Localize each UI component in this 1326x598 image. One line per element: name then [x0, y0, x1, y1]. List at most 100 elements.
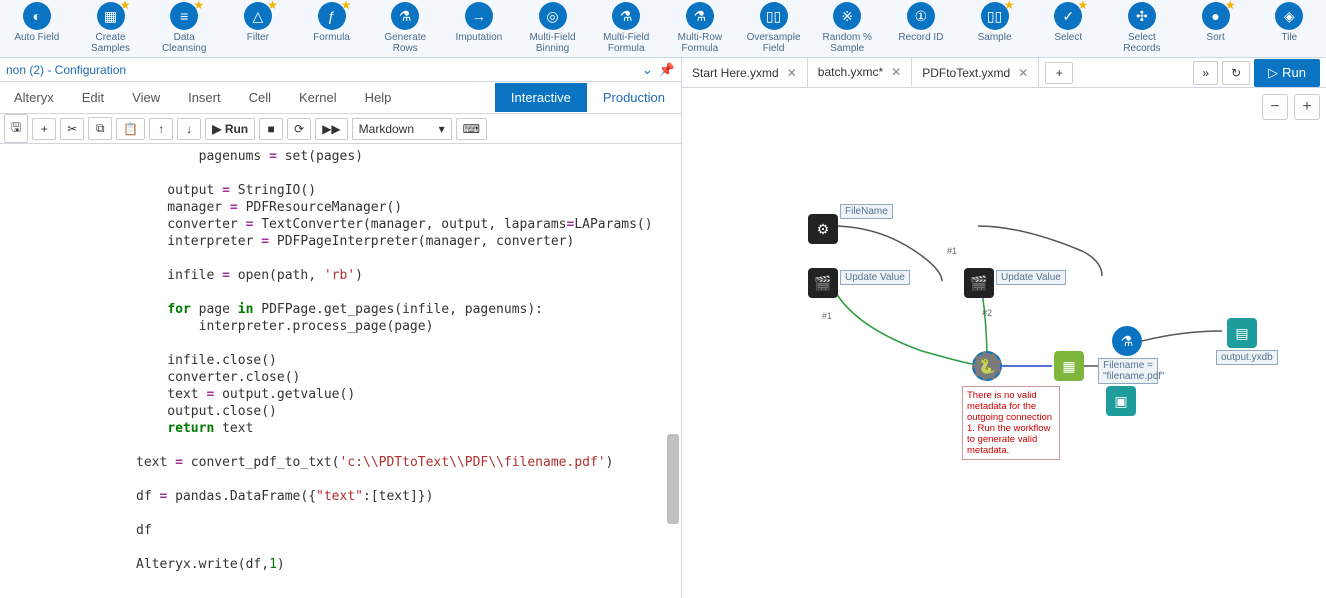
ribbon-tool-random-%-sample[interactable]: ※Random % Sample — [810, 0, 884, 57]
close-icon[interactable]: ✕ — [787, 66, 797, 80]
workflow-canvas[interactable]: ⚙ FileName 🎬 Update Value #1 🎬 Update Va… — [682, 126, 1326, 598]
ribbon-tool-auto-field[interactable]: ◐Auto Field — [0, 0, 74, 57]
tool-icon: ✣ — [1128, 2, 1156, 30]
error-message: There is no valid metadata for the outgo… — [962, 386, 1060, 460]
ribbon-tool-imputation[interactable]: → Imputation — [442, 0, 516, 57]
paste-button[interactable]: 📋 — [116, 118, 145, 140]
tool-icon: ◎ — [539, 2, 567, 30]
menu-view[interactable]: View — [118, 90, 174, 105]
ribbon-tool-data-cleansing[interactable]: ≡Data Cleansing — [147, 0, 221, 57]
ribbon-tool-multi-field-binning[interactable]: ◎Multi-Field Binning — [516, 0, 590, 57]
scrollbar-thumb[interactable] — [667, 434, 679, 524]
ribbon-tool-generate-rows[interactable]: ⚗Generate Rows — [368, 0, 442, 57]
tab-label: Start Here.yxmd — [692, 66, 779, 80]
history-button[interactable]: ↻ — [1222, 61, 1250, 85]
mode-production[interactable]: Production — [587, 83, 681, 112]
tool-icon: ⚗ — [612, 2, 640, 30]
ribbon-tool-sort[interactable]: ●Sort — [1179, 0, 1253, 57]
close-icon[interactable]: ✕ — [891, 65, 901, 79]
cut-button[interactable]: ✂ — [60, 118, 84, 140]
mode-interactive[interactable]: Interactive — [495, 83, 587, 112]
ribbon-tool-create-samples[interactable]: ▦Create Samples — [74, 0, 148, 57]
pin-icon[interactable]: 📌 — [659, 62, 675, 78]
tool-icon: △ — [244, 2, 272, 30]
tool-label: Random % Sample — [816, 32, 878, 54]
tool-icon: ● — [1202, 2, 1230, 30]
node-label-formula: Filename = "filename.pdf" — [1098, 358, 1158, 384]
workflow-tabs: Start Here.yxmd ✕ batch.yxmc* ✕ PDFtoTex… — [682, 58, 1326, 88]
tool-label: Select Records — [1111, 32, 1173, 54]
menu-alteryx[interactable]: Alteryx — [0, 90, 68, 105]
menu-insert[interactable]: Insert — [174, 90, 235, 105]
node-label-update2: Update Value — [996, 270, 1066, 285]
tool-label: Data Cleansing — [153, 32, 215, 54]
ribbon-tool-filter[interactable]: △Filter — [221, 0, 295, 57]
conn-label: #2 — [982, 308, 992, 318]
move-down-button[interactable]: ↓ — [177, 118, 201, 140]
ribbon-tool-select-records[interactable]: ✣Select Records — [1105, 0, 1179, 57]
add-tab-button[interactable]: + — [1045, 62, 1073, 84]
tool-label: Formula — [313, 32, 350, 43]
tool-icon: ▯▯ — [981, 2, 1009, 30]
tool-icon: ① — [907, 2, 935, 30]
select-node[interactable]: ▦ — [1054, 351, 1084, 381]
menu-help[interactable]: Help — [351, 90, 406, 105]
tool-label: Select — [1054, 32, 1082, 43]
chevron-down-icon: ▾ — [439, 122, 445, 136]
tab-start-here[interactable]: Start Here.yxmd ✕ — [682, 58, 808, 87]
tool-icon: ⚗ — [391, 2, 419, 30]
ribbon-tool-record-id[interactable]: ①Record ID — [884, 0, 958, 57]
close-icon[interactable]: ✕ — [1018, 66, 1028, 80]
restart-button[interactable]: ⟳ — [287, 118, 311, 140]
ribbon-tool-select[interactable]: ✓Select — [1031, 0, 1105, 57]
tool-label: Tile — [1281, 32, 1297, 43]
configuration-pane: non (2) - Configuration ⌄ 📌 Alteryx Edit… — [0, 58, 682, 598]
python-node[interactable]: 🐍 — [972, 351, 1002, 381]
add-cell-button[interactable]: + — [32, 118, 56, 140]
zoom-in-button[interactable]: + — [1294, 94, 1320, 120]
macro-input-node[interactable]: ⚙ — [808, 214, 838, 244]
config-title: non (2) - Configuration — [6, 63, 126, 77]
ribbon-tool-multi-field-formula[interactable]: ⚗Multi-Field Formula — [589, 0, 663, 57]
move-up-button[interactable]: ↑ — [149, 118, 173, 140]
tool-icon: ※ — [833, 2, 861, 30]
action-node-2[interactable]: 🎬 — [964, 268, 994, 298]
cell-type-select[interactable]: Markdown ▾ — [352, 118, 452, 140]
tool-icon: ⚗ — [686, 2, 714, 30]
tool-icon: → — [465, 2, 493, 30]
action-node-1[interactable]: 🎬 — [808, 268, 838, 298]
conn-label: #1 — [822, 311, 832, 321]
ribbon-tool-sample[interactable]: ▯▯Sample — [958, 0, 1032, 57]
conn-label: #1 — [947, 246, 957, 256]
macro-output-node[interactable]: ▣ — [1106, 386, 1136, 416]
tab-pdftotext[interactable]: PDFtoText.yxmd ✕ — [912, 58, 1039, 87]
collapse-icon[interactable]: ⌄ — [642, 62, 653, 78]
code-editor[interactable]: pagenums = set(pages) output = StringIO(… — [0, 144, 681, 598]
ribbon-tool-multi-row-formula[interactable]: ⚗Multi-Row Formula — [663, 0, 737, 57]
ribbon-tool-tile[interactable]: ◈Tile — [1252, 0, 1326, 57]
tool-label: Create Samples — [80, 32, 142, 54]
menu-edit[interactable]: Edit — [68, 90, 118, 105]
stop-button[interactable]: ■ — [259, 118, 283, 140]
menu-kernel[interactable]: Kernel — [285, 90, 351, 105]
copy-button[interactable]: ⧉ — [88, 117, 112, 140]
keyboard-button[interactable]: ⌨ — [456, 118, 487, 140]
tool-label: Generate Rows — [374, 32, 436, 54]
node-label-update1: Update Value — [840, 270, 910, 285]
formula-node[interactable]: ⚗ — [1112, 326, 1142, 356]
run-cell-button[interactable]: ▶ Run — [205, 118, 255, 140]
ribbon-tool-formula[interactable]: ƒFormula — [295, 0, 369, 57]
output-data-node[interactable]: ▤ — [1227, 318, 1257, 348]
tab-batch[interactable]: batch.yxmc* ✕ — [808, 58, 912, 87]
cell-type-label: Markdown — [359, 122, 414, 136]
restart-run-all-button[interactable]: ▶▶ — [315, 118, 347, 140]
tool-icon: ▯▯ — [760, 2, 788, 30]
tool-label: Auto Field — [14, 32, 59, 43]
zoom-out-button[interactable]: − — [1262, 94, 1288, 120]
tool-label: Imputation — [456, 32, 503, 43]
ribbon-tool-oversample-field[interactable]: ▯▯Oversample Field — [737, 0, 811, 57]
run-workflow-button[interactable]: ▷ Run — [1254, 59, 1320, 87]
overflow-button[interactable]: » — [1193, 61, 1218, 85]
save-button[interactable]: 🖫 — [4, 114, 28, 143]
menu-cell[interactable]: Cell — [235, 90, 285, 105]
